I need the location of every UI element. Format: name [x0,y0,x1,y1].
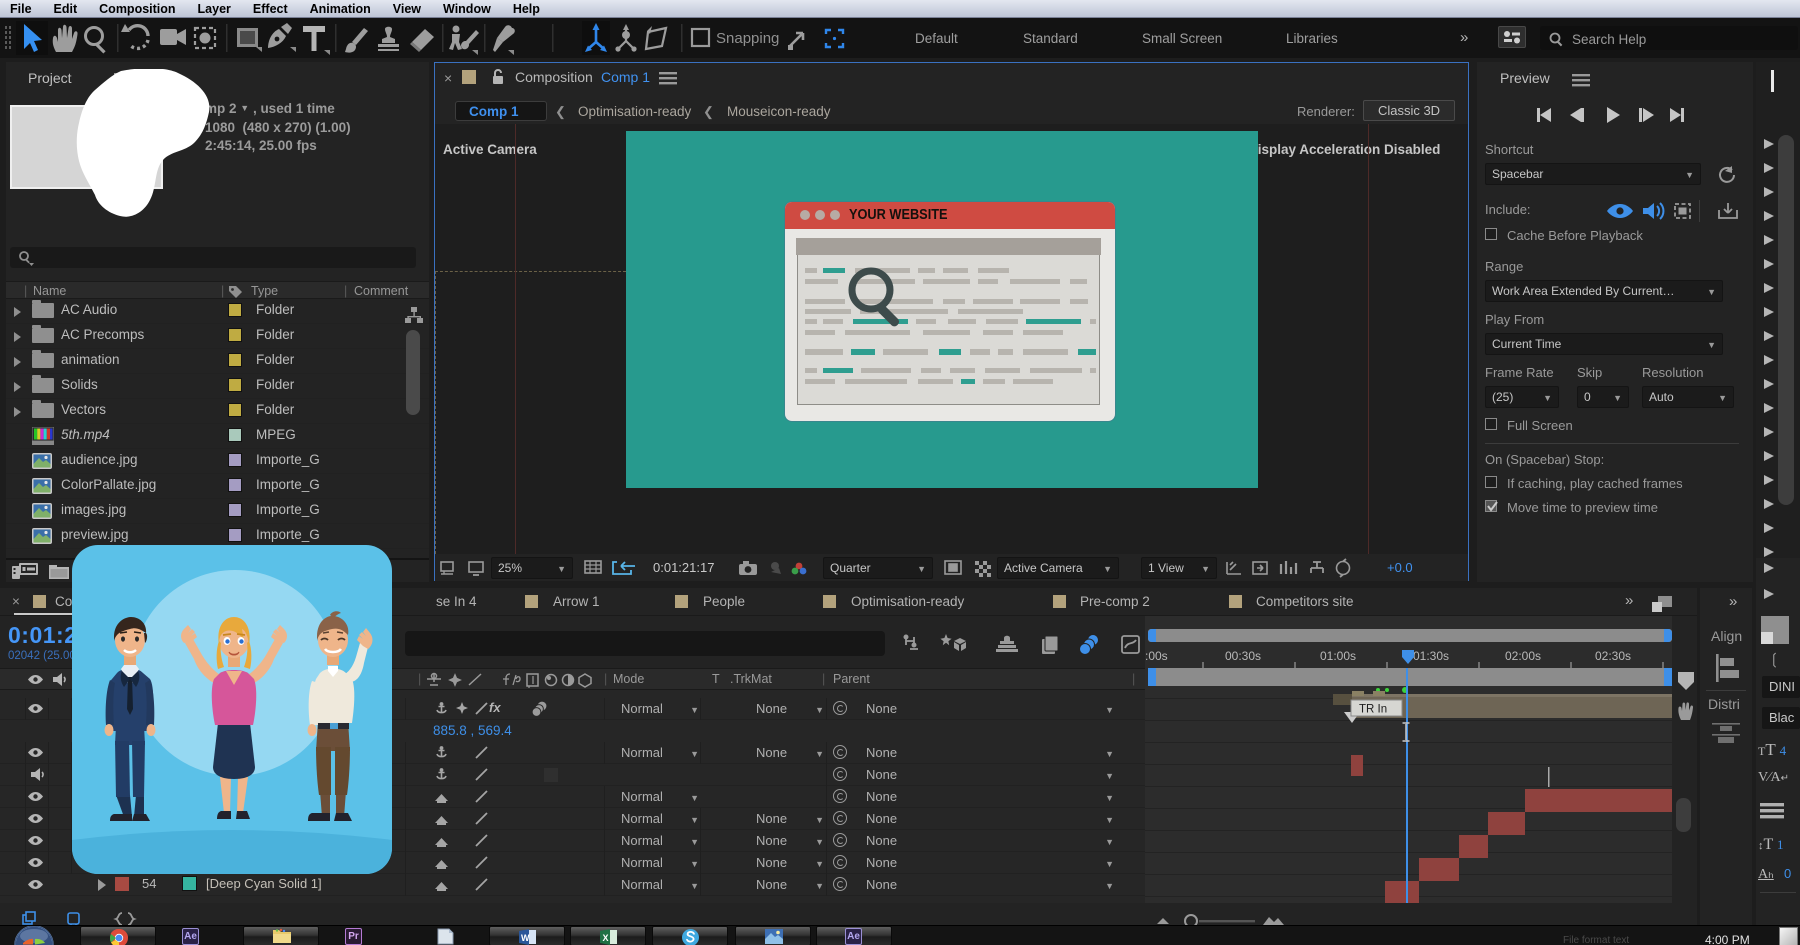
svg-text:W: W [521,933,530,943]
svg-text:TR In: TR In [1359,704,1387,716]
svg-text:X: X [603,933,609,943]
